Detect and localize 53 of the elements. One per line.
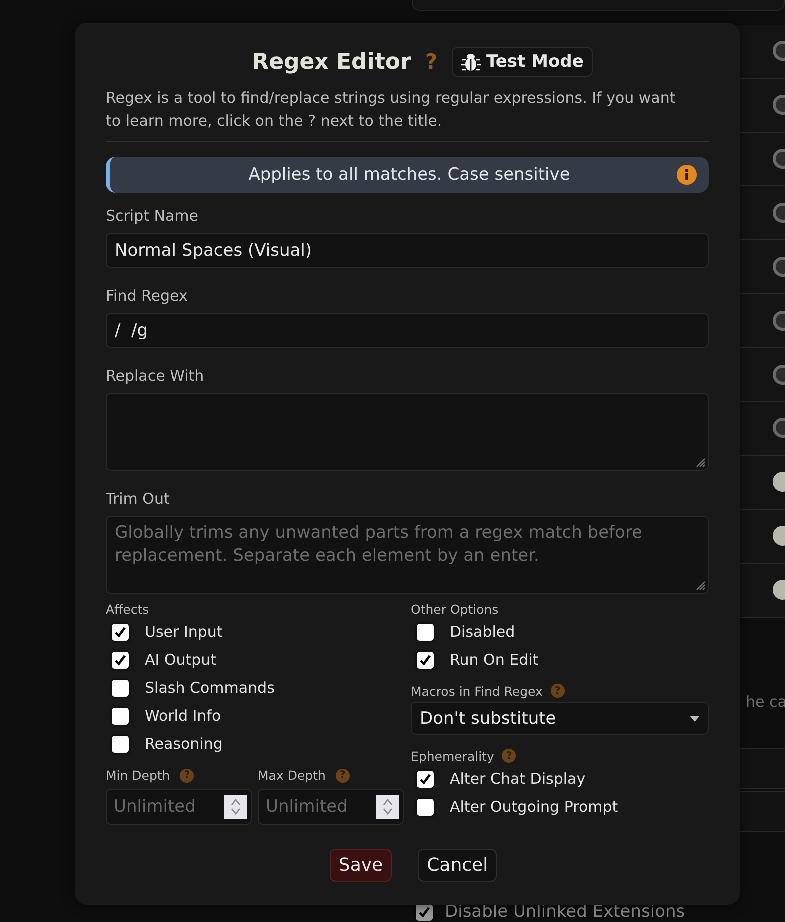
section-label: Ephemerality <box>411 748 494 764</box>
section-label: Macros in Find Regex <box>411 684 543 698</box>
field-label: Trim Out <box>106 490 171 508</box>
option-label: User Input <box>145 623 223 641</box>
option-label: Run On Edit <box>450 651 539 669</box>
checkbox[interactable] <box>417 770 434 788</box>
help-link[interactable]: ? <box>421 50 442 74</box>
checkbox[interactable] <box>112 736 129 752</box>
cancel-button[interactable]: Cancel <box>418 849 498 882</box>
text-field[interactable]: / /g <box>106 313 709 348</box>
checkbox[interactable] <box>417 798 434 816</box>
test-mode-button[interactable]: Test Mode <box>452 47 593 77</box>
text-field[interactable]: Normal Spaces (Visual) <box>106 233 709 268</box>
help-icon[interactable]: ? <box>180 768 194 782</box>
option-label: Disabled <box>450 623 516 641</box>
resize-handle-icon[interactable] <box>696 581 706 591</box>
help-icon[interactable]: ? <box>550 684 565 698</box>
checkbox[interactable] <box>112 680 129 696</box>
field-label: Find Regex <box>106 287 189 305</box>
field-label: Max Depth <box>258 768 326 783</box>
spinner-arrows-icon[interactable] <box>382 797 394 817</box>
section-label: Other Options <box>411 602 499 616</box>
checkbox[interactable] <box>417 624 434 640</box>
resize-handle-icon[interactable] <box>696 458 706 468</box>
checkbox[interactable] <box>112 624 129 640</box>
field-label: Script Name <box>106 207 200 225</box>
help-icon[interactable]: ? <box>502 749 516 763</box>
text-area[interactable]: Globally trims any unwanted parts from a regex match before replacement. Separate each element by an enter. <box>106 516 709 594</box>
info-icon <box>677 165 697 185</box>
option-label: Slash Commands <box>145 679 275 697</box>
description-text: Regex is a tool to find/replace strings using regular expressions. If you want to learn more, click on the ? next to the title. <box>106 87 709 142</box>
dropdown[interactable]: Don't substitute <box>411 702 709 735</box>
help-icon[interactable]: ? <box>336 768 350 782</box>
checkbox[interactable] <box>112 708 129 724</box>
number-field[interactable]: Unlimited <box>106 789 252 825</box>
dialog-title: Regex Editor <box>252 50 412 74</box>
bug-icon <box>460 52 481 72</box>
banner-text: Applies to all matches. Case sensitive <box>248 165 570 185</box>
option-label: AI Output <box>145 651 217 669</box>
checkbox[interactable] <box>417 652 434 668</box>
checkbox[interactable] <box>112 652 129 668</box>
spinner-arrows-icon[interactable] <box>230 797 242 817</box>
option-label: Disable Unlinked Extensions <box>445 902 686 922</box>
section-label: Affects <box>106 602 150 616</box>
option-label: Alter Outgoing Prompt <box>450 798 618 816</box>
option-label: Alter Chat Display <box>450 770 586 788</box>
field-label: Replace With <box>106 367 206 385</box>
option-label: Reasoning <box>145 735 223 753</box>
number-field[interactable]: Unlimited <box>258 789 404 825</box>
caret-icon <box>690 716 700 722</box>
field-label: Min Depth <box>106 768 170 783</box>
save-button[interactable]: Save <box>330 849 392 882</box>
option-label: World Info <box>145 707 222 725</box>
